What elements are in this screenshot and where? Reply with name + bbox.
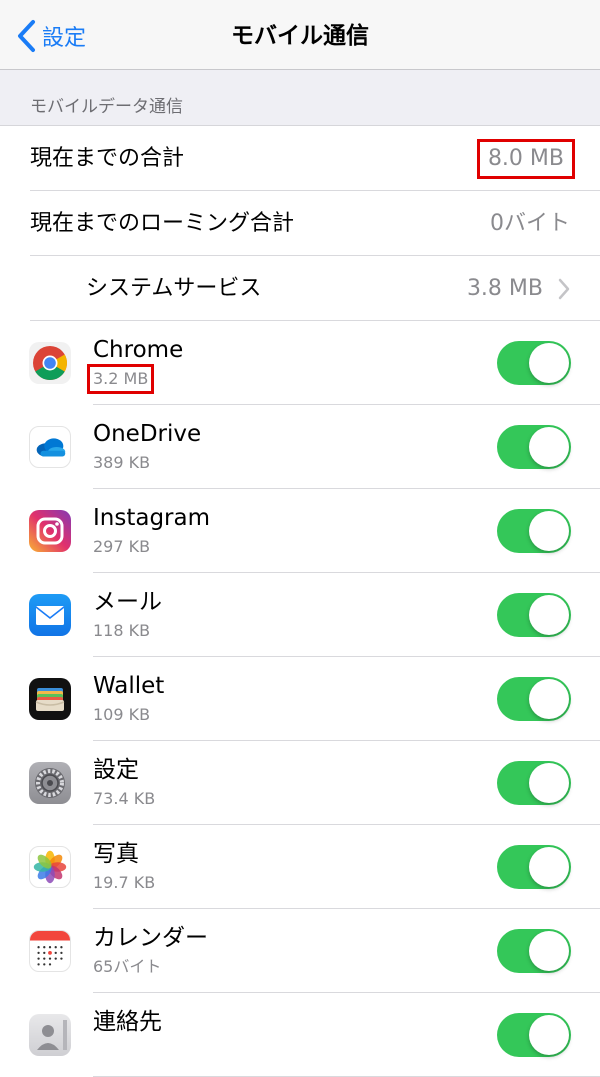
contacts-icon — [29, 1014, 71, 1056]
system-services-value: 3.8 MB — [466, 276, 543, 301]
app-name: Chrome — [93, 337, 184, 363]
app-data-toggle[interactable] — [497, 1013, 571, 1057]
section-header-label: モバイルデータ通信 — [30, 97, 183, 117]
toggle-knob — [529, 511, 569, 551]
app-data-toggle[interactable] — [497, 593, 571, 637]
system-services-row[interactable]: システムサービス 3.8 MB — [0, 256, 600, 321]
calendar-icon — [29, 930, 71, 972]
app-name: 写真 — [93, 841, 139, 867]
app-data-toggle[interactable] — [497, 761, 571, 805]
total-usage-row: 現在までの合計 8.0 MB — [0, 126, 600, 191]
toggle-knob — [529, 595, 569, 635]
roaming-usage-row: 現在までのローミング合計 0バイト — [0, 191, 600, 256]
app-name: OneDrive — [93, 421, 202, 447]
app-data-toggle[interactable] — [497, 929, 571, 973]
app-row-wallet: Wallet 109 KB — [0, 657, 600, 741]
settings-list: 現在までの合計 8.0 MB 現在までのローミング合計 0バイト システムサービ… — [0, 126, 600, 1077]
app-row-settings: 設定 73.4 KB — [0, 741, 600, 825]
app-row-contacts: 連絡先 — [0, 993, 600, 1077]
instagram-icon — [29, 510, 71, 552]
app-name: 連絡先 — [93, 1009, 162, 1035]
toggle-knob — [529, 1015, 569, 1055]
navigation-bar: 設定 モバイル通信 — [0, 0, 600, 70]
app-usage: 109 KB — [93, 705, 151, 724]
roaming-usage-label: 現在までのローミング合計 — [30, 211, 295, 236]
section-header: モバイルデータ通信 — [0, 70, 600, 126]
app-name: Instagram — [93, 505, 211, 531]
settings-gear-icon — [29, 762, 71, 804]
app-data-toggle[interactable] — [497, 845, 571, 889]
app-data-toggle[interactable] — [497, 677, 571, 721]
toggle-knob — [529, 931, 569, 971]
app-data-toggle[interactable] — [497, 341, 571, 385]
app-data-toggle[interactable] — [497, 425, 571, 469]
app-row-calendar: カレンダー 65バイト — [0, 909, 600, 993]
toggle-knob — [529, 763, 569, 803]
photos-icon — [29, 846, 71, 888]
total-usage-label: 現在までの合計 — [30, 146, 185, 171]
app-name: カレンダー — [93, 925, 208, 951]
app-row-photos: 写真 19.7 KB — [0, 825, 600, 909]
wallet-icon — [29, 678, 71, 720]
onedrive-icon — [29, 426, 71, 468]
app-name: 設定 — [93, 757, 139, 783]
app-usage: 389 KB — [93, 453, 151, 472]
chevron-right-icon — [558, 278, 570, 300]
roaming-usage-value: 0バイト — [490, 211, 570, 236]
app-usage: 118 KB — [93, 621, 151, 640]
app-name: メール — [93, 589, 162, 615]
toggle-knob — [529, 847, 569, 887]
app-usage: 3.2 MB — [86, 364, 155, 394]
total-usage-value: 8.0 MB — [476, 139, 576, 179]
app-row-instagram: Instagram 297 KB — [0, 489, 600, 573]
app-usage: 19.7 KB — [93, 873, 156, 892]
page-title: モバイル通信 — [231, 23, 369, 49]
toggle-knob — [529, 427, 569, 467]
app-row-mail: メール 118 KB — [0, 573, 600, 657]
app-usage: 297 KB — [93, 537, 151, 556]
app-row-chrome: Chrome 3.2 MB — [0, 321, 600, 405]
app-row-onedrive: OneDrive 389 KB — [0, 405, 600, 489]
system-services-label: システムサービス — [86, 276, 262, 301]
app-usage: 73.4 KB — [93, 789, 156, 808]
toggle-knob — [529, 679, 569, 719]
app-usage: 65バイト — [93, 957, 162, 976]
app-data-toggle[interactable] — [497, 509, 571, 553]
app-name: Wallet — [93, 673, 165, 699]
chrome-icon — [29, 342, 71, 384]
toggle-knob — [529, 343, 569, 383]
mail-icon — [29, 594, 71, 636]
